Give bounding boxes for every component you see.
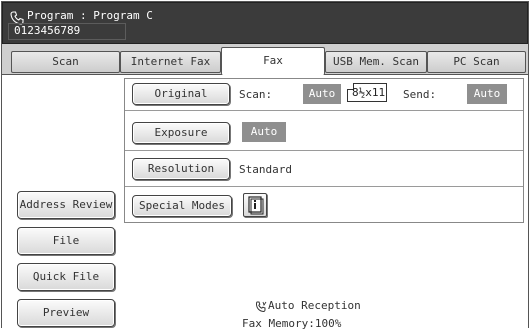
row-divider	[125, 186, 523, 187]
scan-label: Scan:	[239, 88, 273, 101]
preview-button[interactable]: Preview	[17, 299, 115, 327]
resolution-button[interactable]: Resolution	[132, 158, 230, 180]
exposure-button[interactable]: Exposure	[132, 122, 230, 144]
special-modes-button[interactable]: Special Modes	[132, 195, 232, 217]
tab-internet-fax[interactable]: Internet Fax	[120, 51, 221, 73]
send-auto-badge: Auto	[467, 84, 507, 104]
settings-panel: Original Scan: Auto 8½x11 Send: Auto Exp…	[124, 78, 524, 223]
reception-status: Auto Reception	[268, 299, 361, 312]
paper-size-indicator: 8½x11	[347, 83, 387, 102]
address-review-button[interactable]: Address Review	[17, 191, 115, 219]
fax-handset-icon	[255, 301, 267, 313]
file-button[interactable]: File	[17, 227, 115, 255]
tab-usb-mem-scan[interactable]: USB Mem. Scan	[325, 51, 427, 73]
fax-screen: Program : Program C 0123456789 Scan Inte…	[1, 1, 529, 330]
info-button[interactable]	[243, 193, 267, 217]
resolution-value: Standard	[239, 163, 292, 176]
tab-pc-scan[interactable]: PC Scan	[427, 51, 526, 73]
info-icon	[248, 196, 264, 215]
program-header: Program : Program C 0123456789	[2, 2, 528, 44]
fax-memory-status: Fax Memory:100%	[242, 317, 342, 330]
program-name: Program : Program C	[27, 9, 153, 22]
tab-fax[interactable]: Fax	[221, 47, 325, 75]
paper-size-value: 8½x11	[352, 86, 386, 99]
row-divider	[125, 150, 523, 151]
scan-auto-badge: Auto	[303, 84, 341, 104]
destination-number: 0123456789	[14, 24, 81, 37]
tab-scan[interactable]: Scan	[11, 51, 120, 73]
quick-file-button[interactable]: Quick File	[17, 263, 115, 291]
original-button[interactable]: Original	[132, 83, 230, 105]
send-label: Send:	[403, 88, 437, 101]
row-divider	[125, 110, 523, 111]
exposure-auto-badge: Auto	[242, 122, 286, 142]
fax-content-area: Original Scan: Auto 8½x11 Send: Auto Exp…	[2, 74, 528, 330]
mode-tabs: Scan Internet Fax Fax USB Mem. Scan PC S…	[2, 47, 528, 75]
